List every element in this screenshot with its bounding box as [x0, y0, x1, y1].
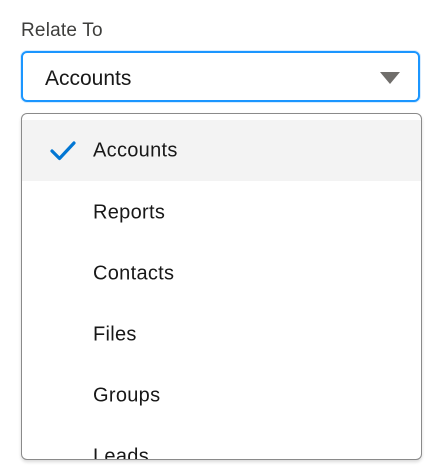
option-label: Reports: [93, 201, 166, 223]
option-files[interactable]: Files: [22, 304, 421, 365]
relate-to-select[interactable]: Accounts: [21, 51, 420, 102]
option-accounts[interactable]: Accounts: [22, 120, 421, 181]
option-groups[interactable]: Groups: [22, 365, 421, 426]
option-reports[interactable]: Reports: [22, 182, 421, 243]
option-label: Files: [93, 323, 137, 345]
option-leads[interactable]: Leads: [22, 426, 421, 460]
option-label: Groups: [93, 384, 161, 406]
option-contacts[interactable]: Contacts: [22, 243, 421, 304]
relate-to-label: Relate To: [21, 20, 103, 41]
option-label: Contacts: [93, 262, 175, 284]
relate-to-dropdown-list[interactable]: Accounts Reports Contacts Files Groups L…: [21, 113, 422, 460]
option-label: Accounts: [93, 139, 178, 161]
option-label: Leads: [93, 445, 149, 460]
selected-value: Accounts: [45, 67, 132, 90]
caret-down-icon: [380, 72, 400, 84]
check-icon: [50, 140, 76, 160]
